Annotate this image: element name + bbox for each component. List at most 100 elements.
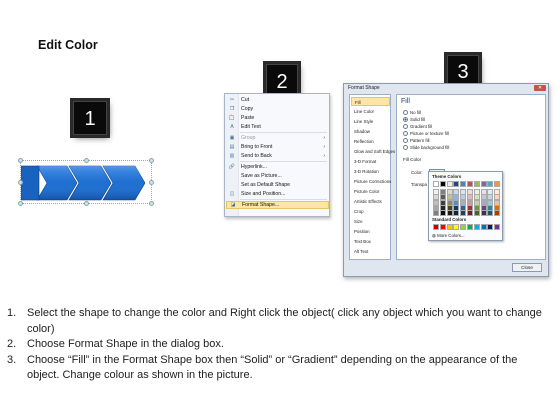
instruction-list: 1. Select the shape to change the color a… — [7, 306, 547, 384]
category-fill[interactable]: Fill — [351, 97, 390, 106]
theme-color-swatch[interactable] — [460, 181, 467, 187]
theme-color-swatch[interactable] — [467, 181, 473, 187]
menu-item-group: ▣ Group › — [226, 134, 329, 142]
fill-option-gradient-fill[interactable]: Gradient fill — [403, 124, 432, 129]
fill-option-no-fill[interactable]: No fill — [403, 110, 421, 115]
standard-color-swatch[interactable] — [433, 224, 439, 230]
menu-item-set-as-default-shape[interactable]: Set as Default Shape — [226, 181, 329, 189]
instruction-step: 3. Choose “Fill” in the Format Shape box … — [7, 353, 547, 384]
resize-handle[interactable] — [149, 201, 154, 206]
radio-button[interactable] — [403, 138, 408, 143]
category-line-style[interactable]: Line Style — [351, 117, 390, 126]
transparency-label: Transpa — [411, 182, 427, 187]
menu-item-cut[interactable]: ✂ Cut — [226, 96, 329, 104]
color-picker-popup: Theme Colors Standard Colors ◍ More Colo… — [428, 171, 503, 241]
category-position[interactable]: Position — [351, 227, 390, 236]
radio-button[interactable] — [403, 124, 408, 129]
theme-shade-swatch[interactable] — [480, 210, 487, 217]
menu-item-bring-to-front[interactable]: ▤ Bring to Front › — [226, 143, 329, 151]
radio-button[interactable] — [403, 131, 408, 136]
resize-handle[interactable] — [18, 158, 23, 163]
menu-item-save-as-picture[interactable]: Save as Picture... — [226, 172, 329, 180]
theme-color-swatch[interactable] — [473, 181, 480, 187]
theme-shade-swatch[interactable] — [473, 210, 480, 217]
fill-heading: Fill — [401, 98, 410, 105]
category-artistic-effects[interactable]: Artistic Effects — [351, 197, 390, 206]
arrow-shape-graphic[interactable] — [21, 161, 153, 205]
category-alt-text[interactable]: Alt Text — [351, 247, 390, 256]
standard-color-swatch[interactable] — [494, 224, 501, 230]
theme-shade-swatch[interactable] — [446, 210, 453, 217]
theme-color-swatch[interactable] — [446, 181, 453, 187]
category-reflection[interactable]: Reflection — [351, 137, 390, 146]
category-shadow[interactable]: Shadow — [351, 127, 390, 136]
theme-shade-swatch[interactable] — [439, 210, 446, 217]
standard-color-swatch[interactable] — [467, 224, 473, 230]
theme-color-swatch[interactable] — [439, 181, 446, 187]
theme-shade-swatch[interactable] — [494, 210, 501, 217]
standard-color-swatch[interactable] — [446, 224, 453, 230]
dialog-category-list: Fill Line Color Line Style Shadow Reflection… — [349, 94, 395, 260]
fill-option-slide-background-fill[interactable]: Slide background fill — [403, 145, 449, 150]
menu-item-paste[interactable]: 📋 Paste — [226, 114, 329, 122]
fill-option-pattern-fill[interactable]: Pattern fill — [403, 138, 430, 143]
standard-color-swatch[interactable] — [460, 224, 467, 230]
menu-separator — [240, 132, 327, 133]
theme-shade-swatch[interactable] — [487, 210, 494, 217]
menu-item-label: Edit Text — [241, 124, 261, 130]
theme-shade-swatch[interactable] — [433, 210, 439, 217]
submenu-arrow-icon: › — [323, 144, 325, 150]
category-crop[interactable]: Crop — [351, 207, 390, 216]
close-button[interactable]: Close — [512, 263, 542, 272]
step-number: 1. — [7, 307, 17, 319]
category-3-d-format[interactable]: 3-D Format — [351, 157, 390, 166]
menu-separator — [240, 199, 327, 200]
resize-handle[interactable] — [18, 201, 23, 206]
menu-item-label: Copy — [241, 106, 254, 112]
theme-color-swatch[interactable] — [487, 181, 494, 187]
menu-item-edit-text[interactable]: A Edit Text — [226, 123, 329, 131]
theme-color-swatch[interactable] — [494, 181, 501, 187]
selected-arrow-shape[interactable] — [18, 158, 154, 206]
category-size[interactable]: Size — [351, 217, 390, 226]
radio-button[interactable] — [403, 117, 408, 122]
menu-item-hyperlink[interactable]: 🔗 Hyperlink... — [226, 163, 329, 171]
theme-color-swatch[interactable] — [453, 181, 460, 187]
dialog-close-icon[interactable]: ✕ — [534, 85, 546, 91]
resize-handle[interactable] — [149, 158, 154, 163]
resize-handle[interactable] — [84, 158, 89, 163]
standard-color-swatch[interactable] — [480, 224, 487, 230]
menu-item-label: Cut — [241, 97, 250, 103]
category-glow-and-soft-edges[interactable]: Glow and Soft Edges — [351, 147, 395, 156]
standard-color-swatch[interactable] — [487, 224, 494, 230]
standard-color-swatch[interactable] — [473, 224, 480, 230]
menu-item-send-to-back[interactable]: ▥ Send to Back › — [226, 152, 329, 160]
category-picture-corrections[interactable]: Picture Corrections — [351, 177, 391, 186]
resize-handle[interactable] — [149, 180, 154, 185]
step-text: Select the shape to change the color and… — [27, 307, 542, 335]
category-line-color[interactable]: Line Color — [351, 107, 390, 116]
theme-shade-swatch[interactable] — [467, 210, 473, 217]
menu-item-copy[interactable]: ❐ Copy — [226, 105, 329, 113]
theme-shade-swatch[interactable] — [453, 210, 460, 217]
theme-shade-swatch[interactable] — [460, 210, 467, 217]
resize-handle[interactable] — [84, 201, 89, 206]
radio-button[interactable] — [403, 110, 408, 115]
fill-option-solid-fill[interactable]: Solid fill — [403, 117, 425, 122]
category-text-box[interactable]: Text Box — [351, 237, 390, 246]
scissors-icon: ✂ — [229, 97, 235, 103]
category-picture-color[interactable]: Picture Color — [351, 187, 390, 196]
category-3-d-rotation[interactable]: 3-D Rotation — [351, 167, 390, 176]
standard-color-swatch[interactable] — [439, 224, 446, 230]
more-colors-option[interactable]: ◍ More Colors... — [432, 233, 465, 239]
resize-handle[interactable] — [18, 180, 23, 185]
menu-item-size-and-position[interactable]: ◫ Size and Position... — [226, 190, 329, 198]
theme-color-swatch[interactable] — [480, 181, 487, 187]
standard-color-swatch[interactable] — [453, 224, 460, 230]
page-title: Edit Color — [38, 38, 98, 52]
radio-button[interactable] — [403, 145, 408, 150]
menu-item-label: Size and Position... — [241, 191, 286, 197]
menu-item-format-shape[interactable]: ◪ Format Shape... — [226, 201, 329, 209]
fill-option-picture-or-texture-fill[interactable]: Picture or texture fill — [403, 131, 449, 136]
theme-color-swatch[interactable] — [433, 181, 439, 187]
